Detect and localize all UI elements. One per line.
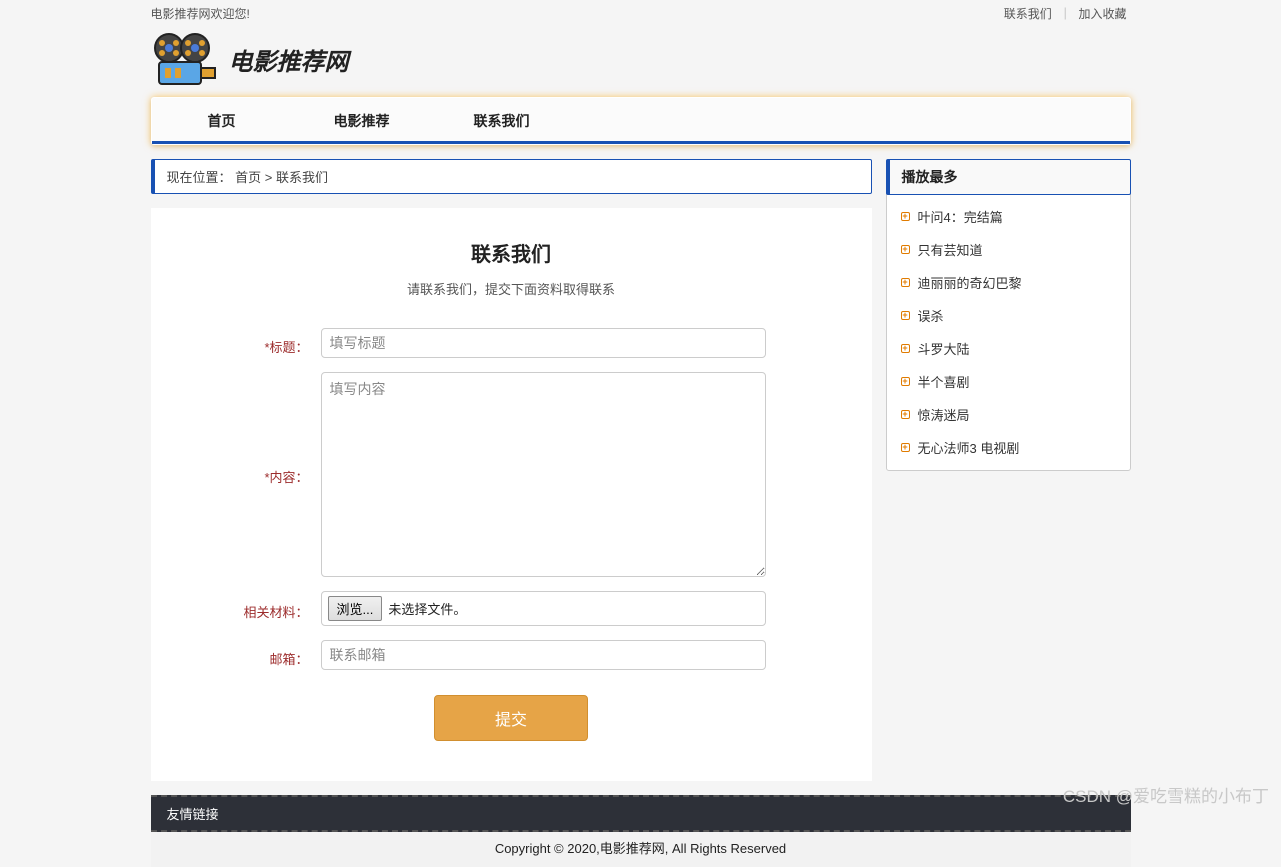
- favorite-link[interactable]: 加入收藏: [1074, 7, 1130, 21]
- browse-button[interactable]: 浏览...: [328, 596, 383, 621]
- page-subtitle: 请联系我们，提交下面资料取得联系: [171, 279, 852, 298]
- plus-icon: +: [901, 245, 910, 254]
- top-bar: 电影推荐网欢迎您! 联系我们 ｜ 加入收藏: [151, 0, 1131, 27]
- title-input[interactable]: [321, 328, 766, 358]
- side-list: + 叶问4：完结篇 + 只有芸知道 + 迪丽丽的奇幻巴黎 + 误杀 + 斗罗大陆 + 半个喜…: [887, 194, 1130, 470]
- list-item-label: 半个喜剧: [918, 372, 970, 391]
- right-column: 播放最多 + 叶问4：完结篇 + 只有芸知道 + 迪丽丽的奇幻巴黎 + 误杀 + 斗罗大陆…: [886, 159, 1131, 471]
- page-title: 联系我们: [171, 238, 852, 267]
- site-name: 电影推荐网: [229, 42, 349, 77]
- list-item[interactable]: + 惊涛迷局: [887, 398, 1130, 431]
- side-box-most-played: 播放最多 + 叶问4：完结篇 + 只有芸知道 + 迪丽丽的奇幻巴黎 + 误杀 + 斗罗大陆…: [886, 159, 1131, 471]
- list-item[interactable]: + 迪丽丽的奇幻巴黎: [887, 266, 1130, 299]
- plus-icon: +: [901, 278, 910, 287]
- list-item[interactable]: + 无心法师3 电视剧: [887, 431, 1130, 464]
- form-row-material: 相关材料： 浏览... 未选择文件。: [171, 591, 852, 626]
- list-item-label: 迪丽丽的奇幻巴黎: [918, 273, 1022, 292]
- list-item[interactable]: + 误杀: [887, 299, 1130, 332]
- nav-recommend[interactable]: 电影推荐: [292, 101, 432, 141]
- top-separator: ｜: [1059, 7, 1071, 21]
- list-item-label: 误杀: [918, 306, 944, 325]
- top-bar-right: 联系我们 ｜ 加入收藏: [1000, 5, 1131, 22]
- form-row-title: *标题：: [171, 328, 852, 358]
- list-item[interactable]: + 斗罗大陆: [887, 332, 1130, 365]
- contact-link[interactable]: 联系我们: [1000, 7, 1056, 21]
- list-item[interactable]: + 只有芸知道: [887, 233, 1130, 266]
- list-item-label: 只有芸知道: [918, 240, 983, 259]
- title-label: *标题：: [171, 331, 321, 356]
- list-item-label: 斗罗大陆: [918, 339, 970, 358]
- content-textarea[interactable]: [321, 372, 766, 577]
- breadcrumb-label: 现在位置：: [167, 170, 232, 185]
- breadcrumb-home[interactable]: 首页: [235, 170, 261, 185]
- footer: 友情链接 Copyright © 2020,电影推荐网, All Rights …: [151, 795, 1131, 867]
- friend-links-bar: 友情链接: [151, 795, 1131, 832]
- breadcrumb-sep: >: [265, 170, 273, 185]
- camera-icon: [151, 32, 221, 87]
- list-item[interactable]: + 半个喜剧: [887, 365, 1130, 398]
- content-label: *内容：: [171, 372, 321, 486]
- side-title: 播放最多: [886, 159, 1131, 195]
- main-content: 现在位置： 首页 > 联系我们 联系我们 请联系我们，提交下面资料取得联系 *标…: [151, 159, 1131, 781]
- welcome-text: 电影推荐网欢迎您!: [151, 5, 250, 22]
- form-row-content: *内容：: [171, 372, 852, 577]
- list-item-label: 叶问4：完结篇: [918, 207, 1003, 226]
- email-label: 邮箱：: [171, 643, 321, 668]
- submit-button[interactable]: 提交: [434, 695, 588, 741]
- form-row-email: 邮箱：: [171, 640, 852, 670]
- plus-icon: +: [901, 344, 910, 353]
- file-status: 未选择文件。: [388, 599, 466, 618]
- logo-area[interactable]: 电影推荐网: [151, 32, 1131, 87]
- list-item-label: 惊涛迷局: [918, 405, 970, 424]
- left-column: 现在位置： 首页 > 联系我们 联系我们 请联系我们，提交下面资料取得联系 *标…: [151, 159, 872, 781]
- contact-panel: 联系我们 请联系我们，提交下面资料取得联系 *标题： *内容： 相关材料： 浏览…: [151, 208, 872, 781]
- header: 电影推荐网: [151, 27, 1131, 97]
- breadcrumb: 现在位置： 首页 > 联系我们: [151, 159, 872, 194]
- nav-contact[interactable]: 联系我们: [432, 101, 572, 141]
- file-input-wrap: 浏览... 未选择文件。: [321, 591, 766, 626]
- copyright: Copyright © 2020,电影推荐网, All Rights Reser…: [151, 832, 1131, 867]
- plus-icon: +: [901, 377, 910, 386]
- submit-row: 提交: [171, 695, 852, 741]
- nav-home[interactable]: 首页: [152, 101, 292, 141]
- list-item-label: 无心法师3 电视剧: [918, 438, 1020, 457]
- email-input[interactable]: [321, 640, 766, 670]
- plus-icon: +: [901, 410, 910, 419]
- list-item[interactable]: + 叶问4：完结篇: [887, 200, 1130, 233]
- plus-icon: +: [901, 212, 910, 221]
- nav-bar: 首页 电影推荐 联系我们: [151, 97, 1131, 145]
- plus-icon: +: [901, 311, 910, 320]
- material-label: 相关材料：: [171, 596, 321, 621]
- plus-icon: +: [901, 443, 910, 452]
- breadcrumb-current: 联系我们: [276, 170, 328, 185]
